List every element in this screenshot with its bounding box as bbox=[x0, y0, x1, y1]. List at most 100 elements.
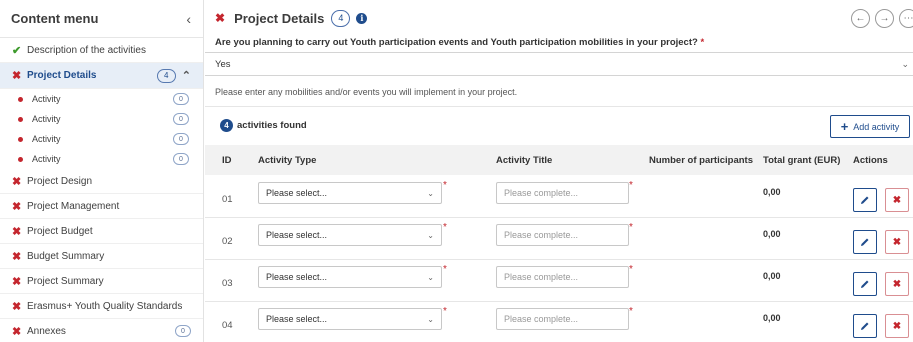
error-x-icon: ✖ bbox=[12, 175, 22, 188]
activity-type-select[interactable]: Please select... ⌄ bbox=[258, 266, 442, 288]
arrow-left-icon[interactable]: ← bbox=[851, 9, 870, 28]
column-header-total-grant: Total grant (EUR) bbox=[763, 155, 841, 166]
activities-list-header: 4 activities found + Add activity bbox=[205, 106, 913, 144]
sidebar-subitem-activity[interactable]: Activity 0 bbox=[0, 149, 203, 169]
required-mark: * bbox=[700, 37, 705, 48]
sidebar-subitem-label: Activity bbox=[32, 154, 61, 164]
activity-type-value: Please select... bbox=[266, 188, 328, 198]
question-text: Are you planning to carry out Youth part… bbox=[215, 37, 698, 48]
required-mark: * bbox=[443, 180, 447, 191]
info-icon[interactable]: i bbox=[356, 12, 368, 24]
activity-title-input[interactable]: Please complete... bbox=[496, 308, 629, 330]
close-icon: ✖ bbox=[892, 194, 902, 206]
delete-button[interactable]: ✖ bbox=[885, 188, 909, 212]
chevron-down-icon: ⌄ bbox=[427, 230, 434, 240]
sidebar-item-project-summary[interactable]: ✖ Project Summary bbox=[0, 269, 203, 294]
sidebar-item-label: Project Details bbox=[27, 70, 97, 81]
chevron-down-icon: ⌄ bbox=[901, 58, 909, 69]
chevron-left-icon[interactable]: ‹ bbox=[186, 11, 191, 27]
error-dot-icon bbox=[18, 96, 23, 102]
required-mark: * bbox=[629, 180, 633, 191]
error-x-icon: ✖ bbox=[12, 300, 22, 313]
table-row: 02 Please select... ⌄ * Please complete.… bbox=[205, 218, 913, 260]
pencil-icon bbox=[861, 322, 869, 330]
sidebar-item-annexes[interactable]: ✖ Annexes 0 bbox=[0, 319, 203, 342]
column-header-id: ID bbox=[222, 155, 232, 166]
total-grant-value: 0,00 bbox=[763, 229, 781, 239]
expand-icon[interactable]: ⋯ bbox=[899, 9, 913, 28]
arrow-right-icon[interactable]: → bbox=[875, 9, 894, 28]
sidebar-item-label: Project Budget bbox=[27, 225, 93, 237]
chevron-up-icon[interactable]: ⌃ bbox=[182, 69, 191, 82]
count-badge: 0 bbox=[173, 133, 189, 145]
activity-title-placeholder: Please complete... bbox=[504, 272, 579, 282]
question-label: Are you planning to carry out Youth part… bbox=[215, 37, 704, 48]
plus-icon: + bbox=[840, 119, 849, 134]
activity-type-select[interactable]: Please select... ⌄ bbox=[258, 182, 442, 204]
page-title: Project Details bbox=[234, 10, 325, 26]
sidebar-item-label: Annexes bbox=[27, 325, 66, 337]
sidebar-item-description-of-activities[interactable]: ✔ Description of the activities bbox=[0, 38, 203, 63]
sidebar-title: Content menu bbox=[11, 11, 99, 26]
error-x-icon: ✖ bbox=[12, 200, 22, 213]
sidebar-subitem-activity[interactable]: Activity 0 bbox=[0, 89, 203, 109]
close-icon: ✖ bbox=[892, 278, 902, 290]
sidebar-item-budget-summary[interactable]: ✖ Budget Summary bbox=[0, 244, 203, 269]
required-mark: * bbox=[629, 264, 633, 275]
check-icon: ✔ bbox=[12, 44, 22, 57]
column-header-actions: Actions bbox=[853, 155, 888, 166]
count-badge: 0 bbox=[173, 153, 189, 165]
table-row: 04 Please select... ⌄ * Please complete.… bbox=[205, 302, 913, 342]
sidebar-header: Content menu ‹ bbox=[0, 0, 203, 38]
total-grant-value: 0,00 bbox=[763, 313, 781, 323]
sidebar-subitem-activity[interactable]: Activity 0 bbox=[0, 129, 203, 149]
total-grant-value: 0,00 bbox=[763, 187, 781, 197]
activity-title-input[interactable]: Please complete... bbox=[496, 224, 629, 246]
column-header-activity-title: Activity Title bbox=[496, 155, 553, 166]
close-icon: ✖ bbox=[892, 320, 902, 332]
pencil-icon bbox=[861, 196, 869, 204]
delete-button[interactable]: ✖ bbox=[885, 314, 909, 338]
required-mark: * bbox=[443, 222, 447, 233]
activity-title-input[interactable]: Please complete... bbox=[496, 182, 629, 204]
edit-button[interactable] bbox=[853, 188, 877, 212]
sidebar-subitem-activity[interactable]: Activity 0 bbox=[0, 109, 203, 129]
required-mark: * bbox=[443, 306, 447, 317]
delete-button[interactable]: ✖ bbox=[885, 230, 909, 254]
edit-button[interactable] bbox=[853, 230, 877, 254]
delete-button[interactable]: ✖ bbox=[885, 272, 909, 296]
add-activity-button[interactable]: + Add activity bbox=[830, 115, 910, 138]
error-x-icon: ✖ bbox=[12, 250, 22, 263]
chevron-down-icon: ⌄ bbox=[427, 314, 434, 324]
edit-button[interactable] bbox=[853, 272, 877, 296]
sidebar-item-project-management[interactable]: ✖ Project Management bbox=[0, 194, 203, 219]
error-x-icon: ✖ bbox=[12, 225, 22, 238]
sidebar-item-youth-quality-standards[interactable]: ✖ Erasmus+ Youth Quality Standards bbox=[0, 294, 203, 319]
sidebar-item-project-budget[interactable]: ✖ Project Budget bbox=[0, 219, 203, 244]
sidebar-item-label: Budget Summary bbox=[27, 250, 105, 262]
row-id: 04 bbox=[222, 320, 233, 331]
edit-button[interactable] bbox=[853, 314, 877, 338]
activity-type-select[interactable]: Please select... ⌄ bbox=[258, 224, 442, 246]
participation-select-value: Yes bbox=[215, 58, 231, 70]
sidebar-item-project-design[interactable]: ✖ Project Design bbox=[0, 169, 203, 194]
chevron-down-icon: ⌄ bbox=[427, 188, 434, 198]
activity-title-input[interactable]: Please complete... bbox=[496, 266, 629, 288]
content-menu-sidebar: Content menu ‹ ✔ Description of the acti… bbox=[0, 0, 204, 342]
activity-title-placeholder: Please complete... bbox=[504, 230, 579, 240]
required-mark: * bbox=[629, 306, 633, 317]
main-content: ✖ Project Details 4 i ← → ⋯ Are you plan… bbox=[205, 0, 913, 342]
table-row: 01 Please select... ⌄ * Please complete.… bbox=[205, 176, 913, 218]
add-activity-label: Add activity bbox=[853, 121, 900, 132]
participation-select[interactable]: Yes ⌄ bbox=[205, 52, 913, 76]
pencil-icon bbox=[861, 238, 869, 246]
sidebar-item-project-details[interactable]: ✖ Project Details 4 ⌃ bbox=[0, 63, 203, 89]
count-badge: 0 bbox=[175, 325, 191, 337]
sidebar-subitem-label: Activity bbox=[32, 114, 61, 124]
count-badge: 4 bbox=[331, 9, 351, 27]
sidebar-item-label: Project Design bbox=[27, 175, 93, 187]
close-icon: ✖ bbox=[892, 236, 902, 248]
row-id: 03 bbox=[222, 278, 233, 289]
activity-type-value: Please select... bbox=[266, 314, 328, 324]
activity-type-select[interactable]: Please select... ⌄ bbox=[258, 308, 442, 330]
